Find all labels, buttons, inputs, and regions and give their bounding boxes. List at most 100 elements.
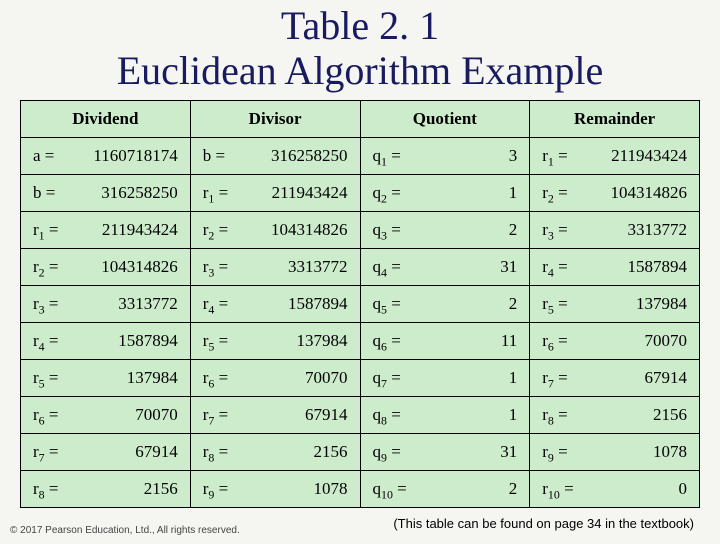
cell-quotient: q8 =1 [360,396,530,433]
cell-value: 0 [679,479,688,499]
table-row: b =316258250r1 =211943424q2 =1r2 =104314… [21,174,700,211]
cell-value: 1078 [314,479,348,499]
cell-value: 1587894 [288,294,348,314]
cell-remainder: r9 =1078 [530,433,700,470]
cell-label: r10 = [542,479,573,499]
equals-sign: = [45,257,59,276]
cell-label: r3 = [33,294,58,314]
cell-label: r5 = [33,368,58,388]
cell-value: 2156 [314,442,348,462]
equals-sign: = [387,442,401,461]
equals-sign: = [387,368,401,387]
cell-label: r8 = [542,405,567,425]
cell-label: r8 = [33,479,58,499]
equals-sign: = [45,294,59,313]
cell-divisor: b =316258250 [190,137,360,174]
cell-label: r3 = [203,257,228,277]
equals-sign: = [387,257,401,276]
equals-sign: = [554,257,568,276]
cell-dividend: a =1160718174 [21,137,191,174]
cell-value: 3313772 [288,257,348,277]
cell-value: 1 [509,368,518,388]
equals-sign: = [554,294,568,313]
cell-label: r3 = [542,220,567,240]
equals-sign: = [214,331,228,350]
cell-label: r9 = [203,479,228,499]
cell-dividend: r1 =211943424 [21,211,191,248]
cell-label: r7 = [542,368,567,388]
cell-quotient: q2 =1 [360,174,530,211]
cell-label: r5 = [542,294,567,314]
equals-sign: = [42,183,56,202]
cell-label: q8 = [373,405,401,425]
cell-label: b = [203,146,225,166]
equals-sign: = [554,442,568,461]
cell-label: r6 = [203,368,228,388]
title-line-2: Euclidean Algorithm Example [117,48,604,93]
table-row: r2 =104314826r3 =3313772q4 =31r4 =158789… [21,248,700,285]
cell-value: 104314826 [101,257,178,277]
cell-quotient: q10 =2 [360,470,530,507]
table-row: r8 =2156r9 =1078q10 =2r10 =0 [21,470,700,507]
cell-label: r7 = [33,442,58,462]
cell-remainder: r6 =70070 [530,322,700,359]
cell-label: r6 = [542,331,567,351]
equals-sign: = [214,220,228,239]
cell-label: r1 = [542,146,567,166]
cell-label: r4 = [33,331,58,351]
cell-subscript: 10 [381,487,393,501]
header-dividend: Dividend [21,100,191,137]
cell-value: 67914 [135,442,178,462]
header-row: Dividend Divisor Quotient Remainder [21,100,700,137]
cell-label: q9 = [373,442,401,462]
cell-label: q4 = [373,257,401,277]
cell-value: 316258250 [101,183,178,203]
cell-value: 3313772 [628,220,688,240]
cell-label: b = [33,183,55,203]
cell-value: 1587894 [628,257,688,277]
cell-value: 2 [509,294,518,314]
cell-quotient: q9 = 31 [360,433,530,470]
equals-sign: = [214,442,228,461]
table-row: r3 =3313772r4 =1587894q5 =2r5 =137984 [21,285,700,322]
cell-divisor: r6 =70070 [190,359,360,396]
table-row: r6 =70070r7 =67914q8 =1r8 =2156 [21,396,700,433]
cell-value: 211943424 [102,220,178,240]
copyright-notice: © 2017 Pearson Education, Ltd., All righ… [10,525,240,536]
cell-value: 67914 [305,405,348,425]
equals-sign: = [214,479,228,498]
equals-sign: = [387,220,401,239]
equals-sign: = [560,479,574,498]
equals-sign: = [387,183,401,202]
equals-sign: = [554,368,568,387]
cell-quotient: q6 =11 [360,322,530,359]
cell-value: 3 [509,146,518,166]
cell-value: 137984 [636,294,687,314]
equals-sign: = [41,146,55,165]
cell-remainder: r1 =211943424 [530,137,700,174]
cell-dividend: r2 =104314826 [21,248,191,285]
equals-sign: = [387,331,401,350]
cell-divisor: r2 =104314826 [190,211,360,248]
cell-divisor: r1 =211943424 [190,174,360,211]
header-divisor: Divisor [190,100,360,137]
equals-sign: = [554,331,568,350]
title-line-1: Table 2. 1 [281,3,439,48]
cell-dividend: r6 =70070 [21,396,191,433]
equals-sign: = [214,368,228,387]
equals-sign: = [214,257,228,276]
equals-sign: = [45,368,59,387]
euclidean-table: Dividend Divisor Quotient Remainder a =1… [20,100,700,508]
equals-sign: = [554,405,568,424]
cell-value: 137984 [127,368,178,388]
cell-value: 137984 [297,331,348,351]
cell-value: 1160718174 [93,146,177,166]
cell-label: r1 = [203,183,228,203]
equals-sign: = [554,183,568,202]
cell-label: r2 = [203,220,228,240]
slide: Table 2. 1 Euclidean Algorithm Example D… [0,4,720,544]
table-row: r1 =211943424r2 =104314826q3 =2r3 =33137… [21,211,700,248]
cell-value: 31 [500,442,517,462]
cell-remainder: r10 = 0 [530,470,700,507]
cell-value: 3313772 [118,294,178,314]
